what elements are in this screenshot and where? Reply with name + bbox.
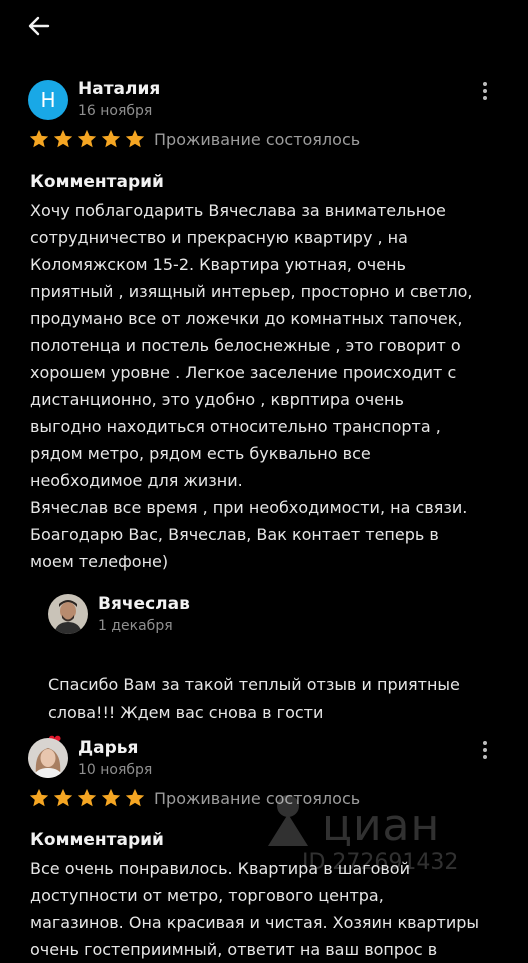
stay-status: Проживание состоялось — [154, 129, 361, 149]
avatar: Н — [28, 80, 68, 120]
review-date: 10 ноября — [78, 762, 153, 778]
star-rating — [28, 128, 146, 150]
star-icon — [29, 129, 49, 148]
review-date: 16 ноября — [78, 103, 153, 119]
review-text: Хочу поблагодарить Вячеслава за внимател… — [30, 201, 473, 571]
watermark-brand: циан — [322, 800, 441, 851]
star-icon — [101, 129, 121, 148]
user-photo — [28, 738, 68, 778]
star-icon — [53, 788, 73, 807]
star-rating — [28, 787, 146, 809]
review-rating: Проживание состоялось — [28, 128, 360, 150]
owner-photo — [48, 594, 88, 634]
star-icon — [53, 129, 73, 148]
arrow-left-icon[interactable] — [26, 13, 52, 39]
star-icon — [29, 788, 49, 807]
cian-logo-icon — [268, 795, 308, 846]
more-options-icon[interactable] — [474, 739, 496, 761]
star-icon — [101, 788, 121, 807]
reply-date: 1 декабря — [98, 618, 173, 634]
reply-author: Вячеслав — [98, 594, 190, 614]
more-options-icon[interactable] — [474, 80, 496, 102]
review-author: Дарья — [78, 738, 139, 758]
top-bar — [0, 0, 528, 56]
star-icon — [125, 129, 145, 148]
owner-avatar — [48, 594, 88, 634]
review-author: Наталия — [78, 79, 161, 99]
watermark-id: ID 272691432 — [302, 850, 459, 875]
star-icon — [77, 129, 97, 148]
comment-heading: Комментарий — [30, 172, 164, 192]
reply-text-body: Спасибо Вам за такой теплый отзыв и прия… — [48, 675, 460, 722]
star-icon — [77, 788, 97, 807]
watermark: циан ID 272691432 — [258, 782, 488, 882]
star-icon — [125, 788, 145, 807]
avatar — [28, 738, 68, 778]
comment-heading: Комментарий — [30, 830, 164, 850]
